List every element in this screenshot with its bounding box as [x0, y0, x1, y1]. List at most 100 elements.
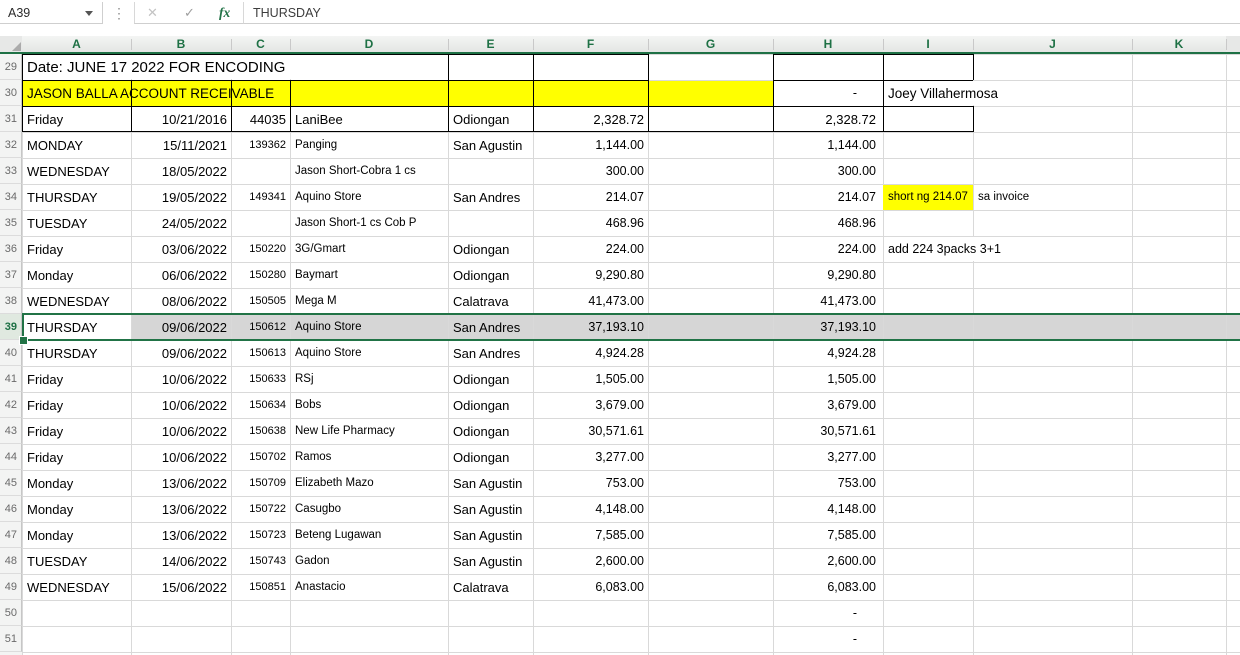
cell-A46[interactable]: Monday	[22, 496, 131, 522]
cell-A45[interactable]: Monday	[22, 470, 131, 496]
cell-D38[interactable]: Mega M	[290, 288, 448, 314]
cell-F34[interactable]: 214.07	[533, 184, 648, 210]
column-header-D[interactable]: D	[290, 36, 448, 52]
cell-A48[interactable]: TUESDAY	[22, 548, 131, 574]
cell-A34[interactable]: THURSDAY	[22, 184, 131, 210]
cell-D32[interactable]: Panging	[290, 132, 448, 158]
row-header-44[interactable]: 44	[0, 444, 22, 470]
cell-E37[interactable]: Odiongan	[448, 262, 533, 288]
cell-H34[interactable]: 214.07	[773, 184, 883, 210]
cell-H35[interactable]: 468.96	[773, 210, 883, 236]
cell-C41[interactable]: 150633	[231, 366, 290, 392]
row-header-49[interactable]: 49	[0, 574, 22, 600]
cell-H31[interactable]: 2,328.72	[773, 106, 883, 132]
row-header-36[interactable]: 36	[0, 236, 22, 262]
cell-C31[interactable]: 44035	[231, 106, 290, 132]
cell-E49[interactable]: Calatrava	[448, 574, 533, 600]
cell-F46[interactable]: 4,148.00	[533, 496, 648, 522]
cell-B48[interactable]: 14/06/2022	[131, 548, 231, 574]
column-header-J[interactable]: J	[973, 36, 1132, 52]
cell-A29[interactable]: Date: JUNE 17 2022 FOR ENCODING	[22, 54, 448, 80]
cell-D36[interactable]: 3G/Gmart	[290, 236, 448, 262]
cell-I36[interactable]: add 224 3packs 3+1	[883, 236, 1083, 262]
cell-B40[interactable]: 09/06/2022	[131, 340, 231, 366]
cell-H44[interactable]: 3,277.00	[773, 444, 883, 470]
cell-D31[interactable]: LaniBee	[290, 106, 448, 132]
cell-D46[interactable]: Casugbo	[290, 496, 448, 522]
cell-C43[interactable]: 150638	[231, 418, 290, 444]
cell-I34[interactable]: short ng 214.07	[883, 184, 973, 210]
cell-F49[interactable]: 6,083.00	[533, 574, 648, 600]
cell-B36[interactable]: 03/06/2022	[131, 236, 231, 262]
cell-B31[interactable]: 10/21/2016	[131, 106, 231, 132]
cell-A41[interactable]: Friday	[22, 366, 131, 392]
cell-H33[interactable]: 300.00	[773, 158, 883, 184]
cell-D41[interactable]: RSj	[290, 366, 448, 392]
cell-A30[interactable]: JASON BALLA ACCOUNT RECEIVABLE	[22, 80, 773, 106]
cell-D44[interactable]: Ramos	[290, 444, 448, 470]
column-header-B[interactable]: B	[131, 36, 231, 52]
cell-H48[interactable]: 2,600.00	[773, 548, 883, 574]
cell-E41[interactable]: Odiongan	[448, 366, 533, 392]
cell-E44[interactable]: Odiongan	[448, 444, 533, 470]
row-header-50[interactable]: 50	[0, 600, 22, 626]
cell-F31[interactable]: 2,328.72	[533, 106, 648, 132]
row-header-32[interactable]: 32	[0, 132, 22, 158]
cell-E45[interactable]: San Agustin	[448, 470, 533, 496]
cell-F42[interactable]: 3,679.00	[533, 392, 648, 418]
cell-C39[interactable]: 150612	[231, 314, 290, 340]
row-header-46[interactable]: 46	[0, 496, 22, 522]
cell-C48[interactable]: 150743	[231, 548, 290, 574]
cell-D48[interactable]: Gadon	[290, 548, 448, 574]
cell-B46[interactable]: 13/06/2022	[131, 496, 231, 522]
cell-B32[interactable]: 15/11/2021	[131, 132, 231, 158]
column-header-G[interactable]: G	[648, 36, 773, 52]
cell-F33[interactable]: 300.00	[533, 158, 648, 184]
name-box[interactable]: A39	[0, 2, 103, 24]
cell-E36[interactable]: Odiongan	[448, 236, 533, 262]
row-header-33[interactable]: 33	[0, 158, 22, 184]
cell-B49[interactable]: 15/06/2022	[131, 574, 231, 600]
cell-C44[interactable]: 150702	[231, 444, 290, 470]
cell-F39[interactable]: 37,193.10	[533, 314, 648, 340]
cell-A39[interactable]: THURSDAY	[22, 314, 131, 340]
select-all-button[interactable]	[0, 36, 22, 52]
cell-C32[interactable]: 139362	[231, 132, 290, 158]
cell-F36[interactable]: 224.00	[533, 236, 648, 262]
cell-A32[interactable]: MONDAY	[22, 132, 131, 158]
cell-E42[interactable]: Odiongan	[448, 392, 533, 418]
cell-B39[interactable]: 09/06/2022	[131, 314, 231, 340]
cell-H41[interactable]: 1,505.00	[773, 366, 883, 392]
column-header-H[interactable]: H	[773, 36, 883, 52]
column-header-A[interactable]: A	[22, 36, 131, 52]
cell-D34[interactable]: Aquino Store	[290, 184, 448, 210]
cell-B42[interactable]: 10/06/2022	[131, 392, 231, 418]
cell-H47[interactable]: 7,585.00	[773, 522, 883, 548]
cell-A36[interactable]: Friday	[22, 236, 131, 262]
cell-C42[interactable]: 150634	[231, 392, 290, 418]
cell-F48[interactable]: 2,600.00	[533, 548, 648, 574]
cell-F41[interactable]: 1,505.00	[533, 366, 648, 392]
cell-C47[interactable]: 150723	[231, 522, 290, 548]
cell-F45[interactable]: 753.00	[533, 470, 648, 496]
cell-A37[interactable]: Monday	[22, 262, 131, 288]
row-header-47[interactable]: 47	[0, 522, 22, 548]
cell-C34[interactable]: 149341	[231, 184, 290, 210]
cell-A43[interactable]: Friday	[22, 418, 131, 444]
cell-B45[interactable]: 13/06/2022	[131, 470, 231, 496]
cell-D47[interactable]: Beteng Lugawan	[290, 522, 448, 548]
row-header-38[interactable]: 38	[0, 288, 22, 314]
row-header-45[interactable]: 45	[0, 470, 22, 496]
cell-H51[interactable]: -	[773, 626, 883, 652]
cell-A40[interactable]: THURSDAY	[22, 340, 131, 366]
cell-E38[interactable]: Calatrava	[448, 288, 533, 314]
cell-J34[interactable]: sa invoice	[973, 184, 1132, 210]
cell-F38[interactable]: 41,473.00	[533, 288, 648, 314]
cell-I30[interactable]: Joey Villahermosa	[883, 80, 1133, 106]
cell-H30[interactable]: -	[773, 80, 883, 106]
cell-F37[interactable]: 9,290.80	[533, 262, 648, 288]
cell-C37[interactable]: 150280	[231, 262, 290, 288]
cell-E34[interactable]: San Andres	[448, 184, 533, 210]
column-header-K[interactable]: K	[1132, 36, 1226, 52]
fill-handle[interactable]	[19, 336, 28, 345]
